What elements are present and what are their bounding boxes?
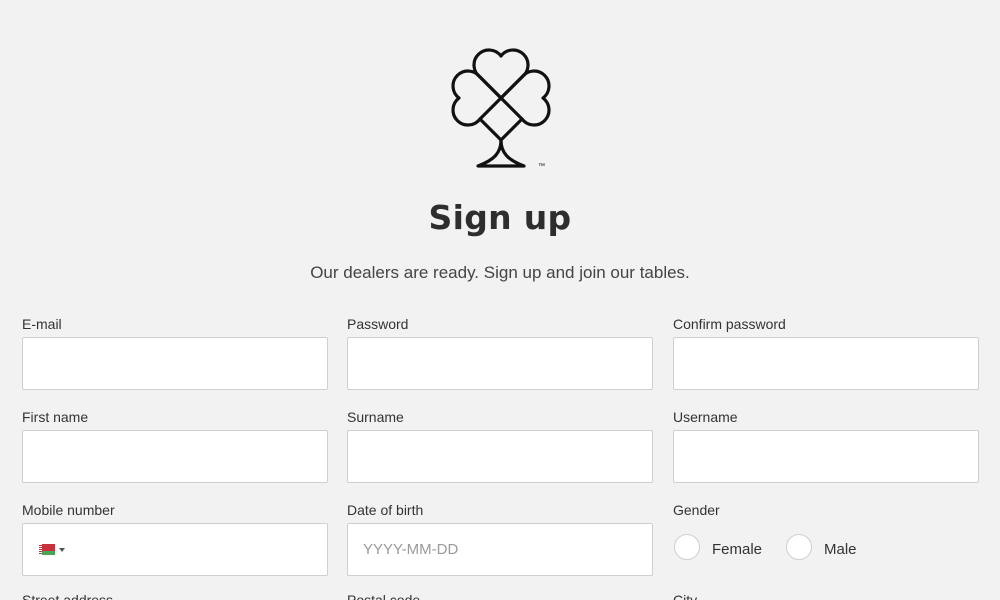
- mobile-number-label: Mobile number: [22, 502, 115, 518]
- gender-female-radio[interactable]: Female: [674, 534, 762, 560]
- mobile-number-input[interactable]: [73, 524, 327, 577]
- confirm-password-field[interactable]: [673, 337, 979, 390]
- postal-code-label: Postal code: [347, 592, 421, 600]
- date-of-birth-field[interactable]: [347, 523, 653, 576]
- mobile-number-field: [22, 523, 328, 577]
- trademark-symbol: ™: [538, 163, 545, 170]
- first-name-label: First name: [22, 409, 89, 425]
- gender-male-label: Male: [824, 540, 857, 558]
- signup-page: ™ Sign up Our dealers are ready. Sign up…: [0, 0, 1000, 600]
- radio-circle: [674, 534, 700, 560]
- email-label: E-mail: [22, 316, 62, 332]
- city-label: City: [673, 592, 698, 600]
- brand-logo: ™: [450, 48, 560, 176]
- page-title: Sign up: [428, 198, 572, 237]
- gender-label: Gender: [673, 502, 720, 518]
- street-address-label: Street address: [22, 592, 114, 600]
- password-field[interactable]: [347, 337, 653, 390]
- first-name-field[interactable]: [22, 430, 328, 483]
- date-of-birth-label: Date of birth: [347, 502, 424, 518]
- surname-label: Surname: [347, 409, 404, 425]
- confirm-password-label: Confirm password: [673, 316, 786, 332]
- country-code-select[interactable]: [39, 544, 65, 555]
- password-label: Password: [347, 316, 409, 332]
- gender-female-label: Female: [712, 540, 763, 558]
- surname-field[interactable]: [347, 430, 653, 483]
- chevron-down-icon: [59, 547, 65, 552]
- username-field[interactable]: [673, 430, 979, 483]
- page-subtitle: Our dealers are ready. Sign up and join …: [310, 263, 690, 282]
- belarus-flag-icon: [39, 544, 55, 555]
- gender-male-radio[interactable]: Male: [786, 534, 857, 560]
- radio-circle: [786, 534, 812, 560]
- email-field[interactable]: [22, 337, 328, 390]
- username-label: Username: [673, 409, 738, 425]
